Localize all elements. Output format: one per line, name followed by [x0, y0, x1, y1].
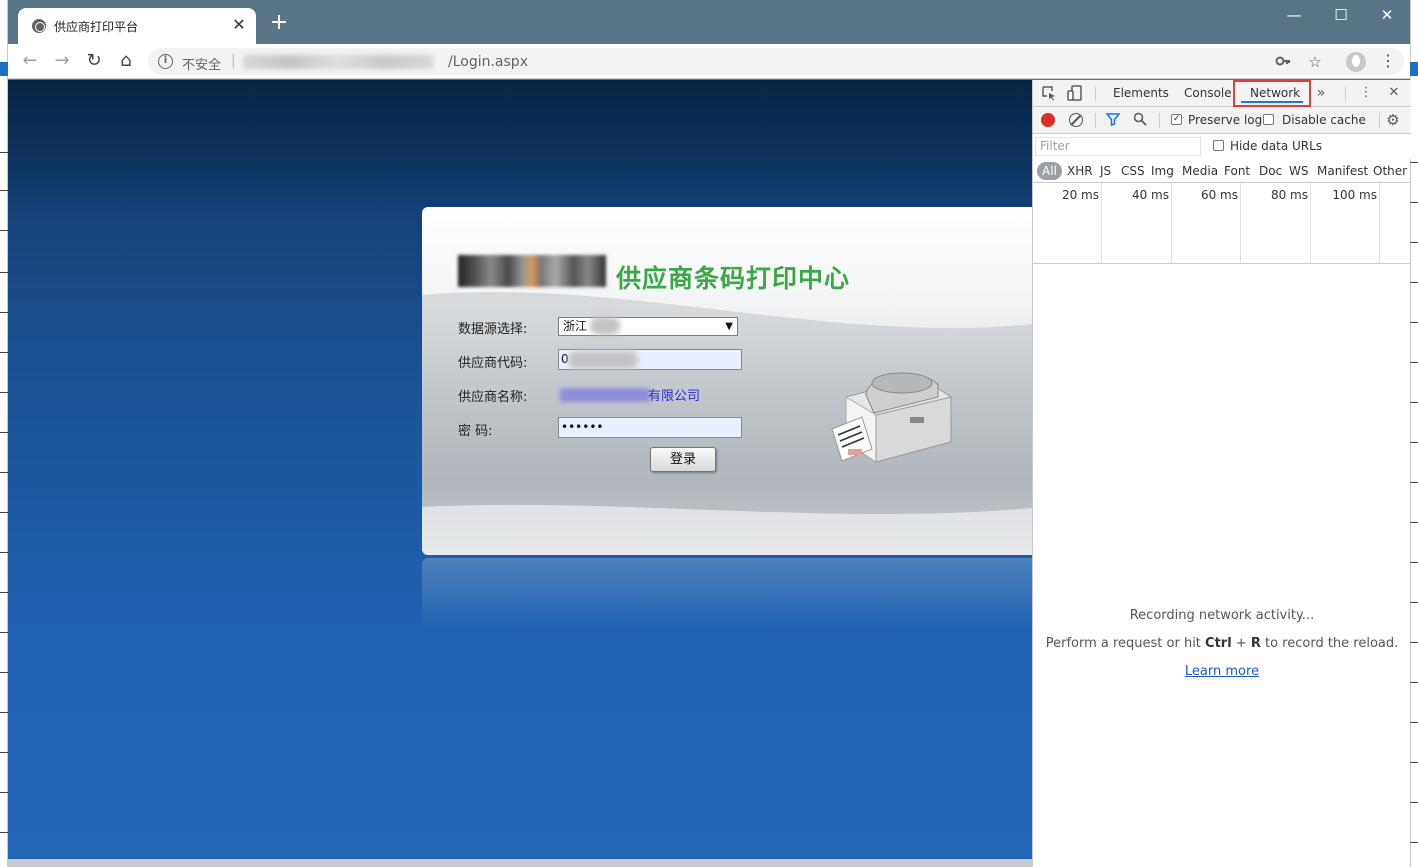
filter-input[interactable]: Filter [1035, 137, 1201, 156]
password-label: 密 码: [458, 424, 493, 439]
horizontal-scrollbar[interactable] [8, 859, 1032, 867]
datasource-select[interactable]: 浙江 ▼ [558, 317, 738, 336]
profile-avatar[interactable] [1346, 52, 1366, 72]
type-filter-img[interactable]: Img [1151, 162, 1174, 180]
timeline-label: 80 ms [1270, 188, 1308, 202]
devtools-tab-bar: Elements Console Network » ⋮ ✕ [1033, 80, 1411, 107]
address-bar[interactable]: i 不安全 | /Login.aspx ☆ [148, 48, 1404, 75]
timeline-label: 60 ms [1200, 188, 1238, 202]
settings-gear-icon[interactable]: ⚙ [1385, 112, 1401, 128]
hide-data-urls-checkbox[interactable] [1213, 140, 1224, 151]
tab-close-icon[interactable]: ✕ [230, 16, 248, 34]
printer-icon [831, 372, 952, 463]
disable-cache-checkbox[interactable] [1263, 114, 1274, 125]
login-panel: 供应商条码打印中心 数据源选择: 浙江 ▼ 供应商代码: 0 供应商名称: 有限… [422, 207, 1032, 555]
tab-network[interactable]: Network [1233, 80, 1311, 107]
minimize-button[interactable]: — [1274, 4, 1314, 28]
device-toolbar-icon[interactable] [1067, 85, 1083, 101]
disable-cache-label: Disable cache [1282, 113, 1366, 127]
timeline-label: 100 ms [1332, 188, 1377, 202]
new-tab-button[interactable]: + [268, 12, 290, 35]
resource-type-filters: All XHR JS CSS Img Media Font Doc WS Man… [1033, 159, 1411, 183]
tab-network-label: Network [1250, 86, 1301, 100]
password-input[interactable]: •••••• [558, 417, 742, 438]
globe-icon [32, 19, 46, 33]
recording-status: Recording network activity... [1129, 608, 1315, 623]
desktop-left-edge [0, 0, 8, 867]
type-filter-css[interactable]: CSS [1121, 162, 1145, 180]
shortcut-key-r: R [1250, 636, 1261, 651]
home-button[interactable]: ⌂ [114, 50, 138, 72]
timeline-label: 40 ms [1131, 188, 1169, 202]
type-filter-font[interactable]: Font [1224, 162, 1250, 180]
reload-button[interactable]: ↻ [82, 50, 106, 72]
inspect-element-icon[interactable] [1041, 85, 1057, 101]
back-button[interactable]: ← [18, 50, 42, 72]
shortcut-key-ctrl: Ctrl [1205, 636, 1232, 651]
title-bar: 供应商打印平台 ✕ + — ☐ ✕ [8, 0, 1410, 44]
browser-window: 供应商打印平台 ✕ + — ☐ ✕ ← → ↻ ⌂ i 不安全 | /Login… [8, 0, 1411, 867]
supplier-name-redacted [560, 388, 650, 402]
type-filter-manifest[interactable]: Manifest [1317, 162, 1368, 180]
type-filter-all[interactable]: All [1037, 162, 1062, 180]
network-controls: ✓ Preserve log Disable cache ⚙ [1033, 107, 1411, 134]
clear-icon[interactable] [1069, 113, 1083, 127]
record-icon[interactable] [1041, 113, 1055, 127]
tab-title: 供应商打印平台 [54, 20, 139, 34]
supplier-name-label: 供应商名称: [458, 390, 528, 405]
browser-toolbar: ← → ↻ ⌂ i 不安全 | /Login.aspx ☆ ⋮ [8, 44, 1410, 79]
url-redacted [243, 55, 433, 69]
maximize-button[interactable]: ☐ [1321, 4, 1361, 28]
info-icon[interactable]: i [158, 54, 173, 69]
preserve-log-label: Preserve log [1188, 113, 1263, 127]
password-value: •••••• [561, 420, 604, 434]
timeline-label: 20 ms [1061, 188, 1099, 202]
filter-icon[interactable] [1105, 112, 1121, 128]
type-filter-other[interactable]: Other [1373, 162, 1407, 180]
star-icon[interactable]: ☆ [1306, 53, 1324, 71]
supplier-code-label: 供应商代码: [458, 356, 528, 371]
learn-more-link[interactable]: Learn more [1033, 664, 1411, 679]
type-filter-doc[interactable]: Doc [1259, 162, 1282, 180]
company-logo-redacted [458, 255, 606, 287]
browser-menu-icon[interactable]: ⋮ [1380, 50, 1396, 72]
forward-button[interactable]: → [50, 50, 74, 72]
desktop-right-edge [1410, 0, 1418, 867]
security-label: 不安全 [182, 58, 222, 73]
tab-console[interactable]: Console [1184, 86, 1232, 100]
tab-elements[interactable]: Elements [1113, 86, 1169, 100]
devtools-panel: Elements Console Network » ⋮ ✕ ✓ Preserv… [1032, 80, 1411, 867]
supplier-name-value: 有限公司 [648, 389, 701, 404]
url-text: /Login.aspx [448, 54, 528, 70]
url-separator: | [231, 53, 236, 69]
type-filter-media[interactable]: Media [1182, 162, 1218, 180]
type-filter-xhr[interactable]: XHR [1067, 162, 1093, 180]
type-filter-js[interactable]: JS [1100, 162, 1111, 180]
preserve-log-checkbox[interactable]: ✓ [1171, 114, 1182, 125]
filter-row: Filter Hide data URLs [1033, 134, 1411, 159]
window-close-button[interactable]: ✕ [1367, 4, 1407, 28]
login-button[interactable]: 登录 [650, 447, 716, 472]
key-icon[interactable] [1274, 53, 1292, 71]
devtools-close-icon[interactable]: ✕ [1386, 85, 1402, 101]
datasource-value: 浙江 [563, 319, 588, 333]
search-icon[interactable] [1132, 112, 1148, 128]
login-page: 供应商条码打印中心 数据源选择: 浙江 ▼ 供应商代码: 0 供应商名称: 有限… [8, 80, 1032, 867]
more-tabs-icon[interactable]: » [1313, 85, 1329, 101]
page-title: 供应商条码打印中心 [616, 264, 851, 293]
hide-data-urls-label: Hide data URLs [1230, 139, 1323, 153]
dropdown-arrow-icon: ▼ [725, 321, 733, 332]
record-hint: Perform a request or hit Ctrl + R to rec… [1045, 636, 1399, 651]
browser-tab[interactable]: 供应商打印平台 ✕ [18, 8, 256, 44]
datasource-label: 数据源选择: [458, 322, 528, 337]
devtools-menu-icon[interactable]: ⋮ [1358, 85, 1374, 101]
type-filter-ws[interactable]: WS [1289, 162, 1308, 180]
network-timeline: 20 ms 40 ms 60 ms 80 ms 100 ms [1033, 183, 1411, 264]
